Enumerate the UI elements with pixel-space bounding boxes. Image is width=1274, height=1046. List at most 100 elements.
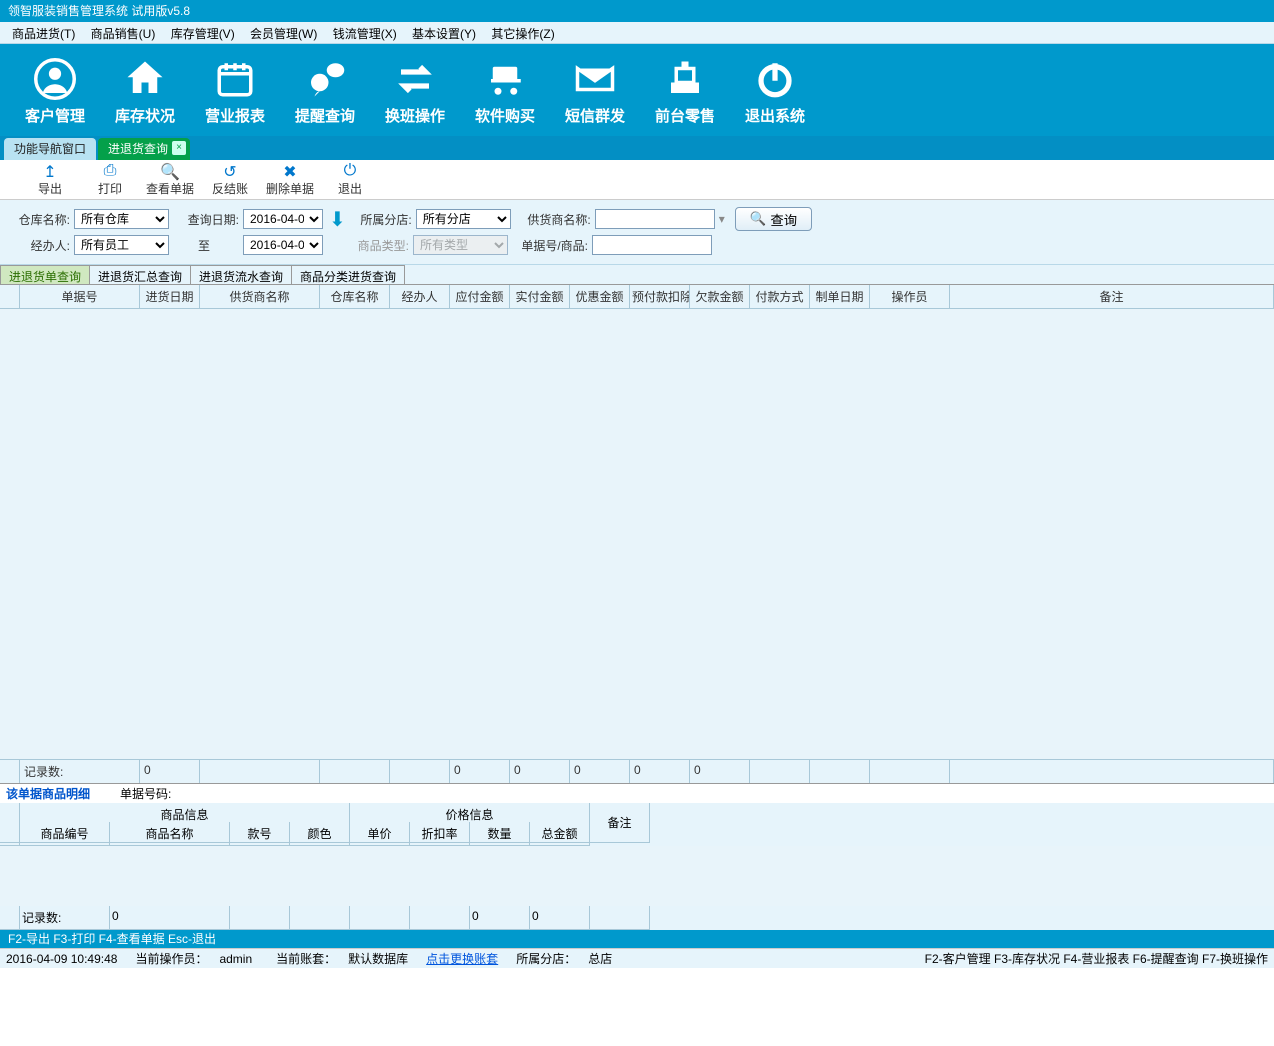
- action-delete-doc[interactable]: ✖删除单据: [260, 162, 320, 197]
- supplier-lookup-icon[interactable]: ▾: [719, 212, 725, 226]
- main-toolbar: 客户管理 库存状况 营业报表 提醒查询 换班操作 软件购买 短信群发 前台零售 …: [0, 44, 1274, 136]
- col-indate[interactable]: 进货日期: [140, 285, 200, 308]
- sub-tab-flow[interactable]: 进退货流水查询: [190, 265, 292, 284]
- sku-input[interactable]: [592, 235, 712, 255]
- status-branch: 所属分店：总店: [504, 950, 624, 967]
- tool-sms[interactable]: 短信群发: [550, 55, 640, 126]
- to-label: 至: [169, 237, 239, 254]
- delete-icon: ✖: [260, 162, 320, 180]
- action-view-doc[interactable]: 🔍查看单据: [140, 162, 200, 197]
- handler-select[interactable]: 所有员工: [74, 235, 169, 255]
- power-icon: [730, 55, 820, 103]
- action-export[interactable]: ↥导出: [20, 162, 80, 197]
- dcol-color[interactable]: 颜色: [290, 822, 350, 846]
- tool-pos[interactable]: 前台零售: [640, 55, 730, 126]
- col-owe[interactable]: 欠款金额: [690, 285, 750, 308]
- action-exit[interactable]: ⏻退出: [320, 162, 380, 197]
- dcol-style[interactable]: 款号: [230, 822, 290, 846]
- warehouse-select[interactable]: 所有仓库: [74, 209, 169, 229]
- home-icon: [100, 55, 190, 103]
- query-button[interactable]: 🔍查询: [735, 207, 812, 231]
- date-to-select[interactable]: 2016-04-09: [243, 235, 323, 255]
- user-icon: [10, 55, 100, 103]
- grid-footer: 记录数: 0 0 0 0 0 0: [0, 759, 1274, 783]
- action-print[interactable]: ⎙打印: [80, 162, 140, 197]
- filter-panel: 仓库名称: 所有仓库 查询日期: 2016-04-01 ⬇ 所属分店: 所有分店…: [0, 200, 1274, 265]
- col-discount[interactable]: 优惠金额: [570, 285, 630, 308]
- calendar-icon: [190, 55, 280, 103]
- menu-bar: 商品进货(T) 商品销售(U) 库存管理(V) 会员管理(W) 钱流管理(X) …: [0, 22, 1274, 44]
- hint-bar: F2-导出 F3-打印 F4-查看单据 Esc-退出: [0, 930, 1274, 948]
- view-icon: 🔍: [140, 162, 200, 180]
- mail-icon: [550, 55, 640, 103]
- menu-goods-sale[interactable]: 商品销售(U): [85, 22, 162, 45]
- sub-tab-category[interactable]: 商品分类进货查询: [291, 265, 405, 284]
- status-db: 当前账套：默认数据库: [264, 950, 420, 967]
- action-reverse[interactable]: ↺反结账: [200, 162, 260, 197]
- menu-goods-in[interactable]: 商品进货(T): [6, 22, 81, 45]
- close-icon[interactable]: ×: [172, 141, 186, 155]
- grid-body[interactable]: [0, 309, 1274, 759]
- detail-footer: 记录数: 0 0 0: [0, 906, 1274, 930]
- tool-remind-query[interactable]: 提醒查询: [280, 55, 370, 126]
- tool-stock-status[interactable]: 库存状况: [100, 55, 190, 126]
- supplier-input[interactable]: [595, 209, 715, 229]
- cart-icon: [460, 55, 550, 103]
- tool-shift[interactable]: 换班操作: [370, 55, 460, 126]
- query-date-label: 查询日期:: [169, 211, 239, 228]
- branch-label: 所属分店:: [352, 211, 412, 228]
- menu-stock[interactable]: 库存管理(V): [165, 22, 241, 45]
- menu-money[interactable]: 钱流管理(X): [327, 22, 403, 45]
- col-create[interactable]: 制单日期: [810, 285, 870, 308]
- title-bar: 领智服装销售管理系统 试用版v5.8: [0, 0, 1274, 22]
- action-bar: ↥导出 ⎙打印 🔍查看单据 ↺反结账 ✖删除单据 ⏻退出: [0, 160, 1274, 200]
- talk-icon: [280, 55, 370, 103]
- sub-tab-doc-query[interactable]: 进退货单查询: [0, 265, 90, 284]
- exit-icon: ⏻: [320, 162, 380, 180]
- switch-db-link[interactable]: 点击更换账套: [420, 950, 504, 967]
- sub-tab-summary[interactable]: 进退货汇总查询: [89, 265, 191, 284]
- detail-body[interactable]: [0, 846, 1274, 906]
- col-prepay[interactable]: 预付款扣除: [630, 285, 690, 308]
- status-op: 当前操作员：admin: [123, 950, 264, 967]
- col-paytype[interactable]: 付款方式: [750, 285, 810, 308]
- detail-header: 该单据商品明细 单据号码:: [0, 783, 1274, 803]
- menu-member[interactable]: 会员管理(W): [244, 22, 323, 45]
- date-from-select[interactable]: 2016-04-01: [243, 209, 323, 229]
- col-paid[interactable]: 实付金额: [510, 285, 570, 308]
- status-bar: 2016-04-09 10:49:48 当前操作员：admin 当前账套：默认数…: [0, 948, 1274, 968]
- register-icon: [640, 55, 730, 103]
- print-icon: ⎙: [80, 162, 140, 180]
- status-fkeys: F2-客户管理 F3-库存状况 F4-营业报表 F6-提醒查询 F7-换班操作: [919, 950, 1274, 967]
- col-operator[interactable]: 操作员: [870, 285, 950, 308]
- col-warehouse[interactable]: 仓库名称: [320, 285, 390, 308]
- tool-customer-mgmt[interactable]: 客户管理: [10, 55, 100, 126]
- main-grid: 单据号 进货日期 供货商名称 仓库名称 经办人 应付金额 实付金额 优惠金额 预…: [0, 285, 1274, 783]
- menu-settings[interactable]: 基本设置(Y): [406, 22, 482, 45]
- menu-other[interactable]: 其它操作(Z): [485, 22, 560, 45]
- col-handler[interactable]: 经办人: [390, 285, 450, 308]
- ptype-label: 商品类型:: [349, 237, 409, 254]
- dcol-total[interactable]: 总金额: [530, 822, 590, 846]
- handler-label: 经办人:: [10, 237, 70, 254]
- col-supplier[interactable]: 供货商名称: [200, 285, 320, 308]
- branch-select[interactable]: 所有分店: [416, 209, 511, 229]
- dcol-price[interactable]: 单价: [350, 822, 410, 846]
- col-remark[interactable]: 备注: [950, 285, 1274, 308]
- tab-inout-query[interactable]: 进退货查询 ×: [98, 138, 190, 160]
- dcol-discount[interactable]: 折扣率: [410, 822, 470, 846]
- col-docno[interactable]: 单据号: [20, 285, 140, 308]
- dcol-qty[interactable]: 数量: [470, 822, 530, 846]
- tool-purchase[interactable]: 软件购买: [460, 55, 550, 126]
- col-payable[interactable]: 应付金额: [450, 285, 510, 308]
- dcol-name[interactable]: 商品名称: [110, 822, 230, 846]
- arrow-down-icon[interactable]: ⬇: [329, 207, 346, 232]
- status-time: 2016-04-09 10:49:48: [0, 952, 123, 966]
- dcol-code[interactable]: 商品编号: [20, 822, 110, 846]
- tab-nav-window[interactable]: 功能导航窗口: [4, 138, 96, 160]
- tool-exit[interactable]: 退出系统: [730, 55, 820, 126]
- export-icon: ↥: [20, 162, 80, 180]
- tool-reports[interactable]: 营业报表: [190, 55, 280, 126]
- sku-label: 单据号/商品:: [508, 237, 588, 254]
- supplier-label: 供货商名称:: [511, 211, 591, 228]
